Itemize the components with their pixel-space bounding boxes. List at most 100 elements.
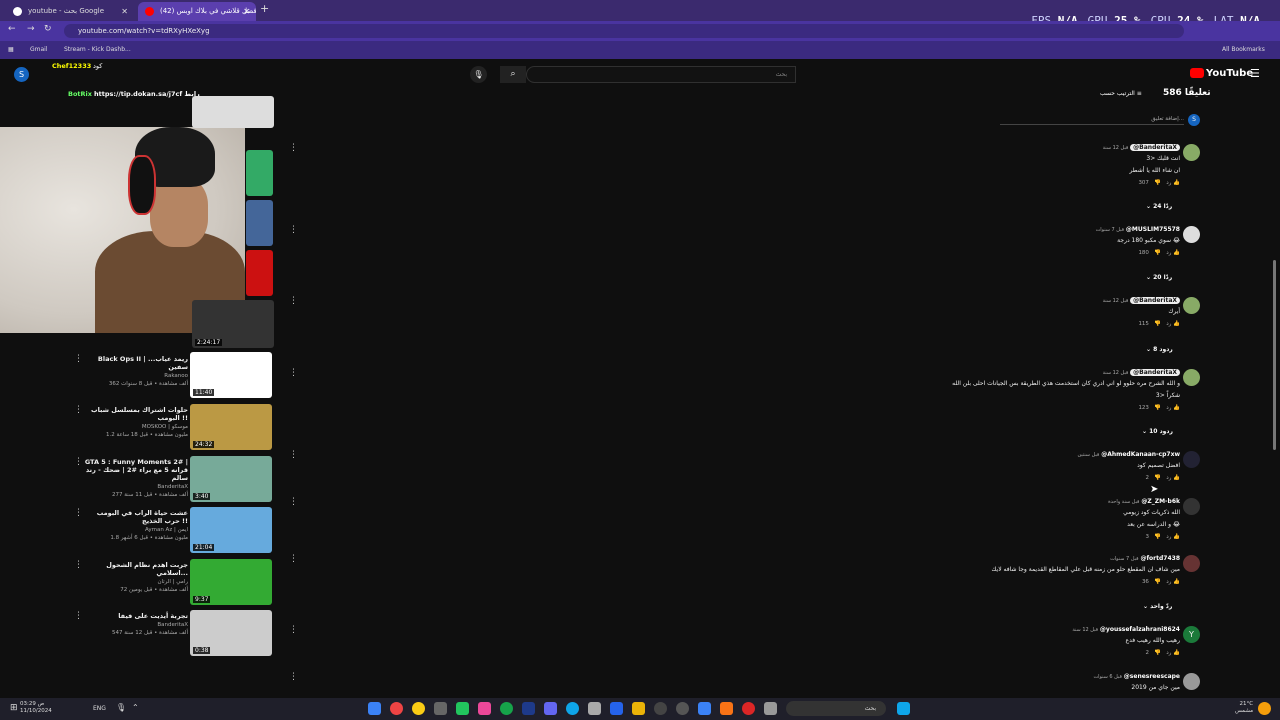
app-icon[interactable]: [588, 702, 601, 715]
creator-handle[interactable]: @BanderitaX: [1130, 369, 1180, 376]
comment-handle[interactable]: @AhmedKanaan-cp7xw: [1101, 451, 1180, 458]
chrome-icon[interactable]: [412, 702, 425, 715]
avatar[interactable]: [1183, 498, 1200, 515]
avatar[interactable]: [1183, 226, 1200, 243]
avatar[interactable]: [1183, 369, 1200, 386]
related-video[interactable]: عشت حياة الراب في البومب حرب الخذيج !! Ay…: [82, 509, 188, 541]
youtube-logo[interactable]: YouTube: [1190, 68, 1253, 79]
mic-icon[interactable]: 🎙: [116, 703, 126, 712]
reply-button[interactable]: رد: [1166, 475, 1171, 481]
app-icon[interactable]: [676, 702, 689, 715]
video-thumbnail[interactable]: [246, 250, 273, 296]
app-icon[interactable]: [654, 702, 667, 715]
more-icon[interactable]: ⋮: [289, 554, 298, 564]
video-thumbnail[interactable]: 3:40: [190, 456, 272, 502]
avatar[interactable]: [1183, 297, 1200, 314]
whatsapp-icon[interactable]: [500, 702, 513, 715]
more-icon[interactable]: ⋮: [289, 497, 298, 507]
reply-button[interactable]: رد: [1166, 579, 1171, 585]
mic-icon[interactable]: 🎙: [470, 66, 487, 83]
avatar[interactable]: [1183, 673, 1200, 690]
replies-toggle[interactable]: ⌄ 24 ردًا: [1146, 203, 1172, 210]
avatar[interactable]: [1183, 144, 1200, 161]
app-icon[interactable]: [368, 702, 381, 715]
more-icon[interactable]: ⋮: [289, 296, 298, 306]
comment-handle[interactable]: @Z_ZM-b6k: [1141, 498, 1180, 505]
hamburger-menu-icon[interactable]: ☰: [1250, 67, 1260, 80]
related-video[interactable]: جربت اهدم نظام الشحول اسلامي... رامي | ال…: [82, 561, 188, 593]
video-thumbnail[interactable]: 2:24:17: [192, 300, 274, 348]
search-input[interactable]: بحث: [526, 66, 796, 83]
reply-button[interactable]: رد: [1166, 650, 1171, 656]
close-icon[interactable]: ✕: [243, 2, 250, 21]
comment-handle[interactable]: @senesreescape: [1124, 673, 1180, 680]
reply-button[interactable]: رد: [1166, 180, 1171, 186]
taskbar-search[interactable]: بحث: [786, 701, 886, 716]
app-icon[interactable]: [720, 702, 733, 715]
video-thumbnail[interactable]: 11:40: [190, 352, 272, 398]
video-thumbnail[interactable]: [192, 96, 274, 128]
steam-icon[interactable]: [522, 702, 535, 715]
windows-start-icon[interactable]: [897, 702, 910, 715]
avatar[interactable]: Y: [1183, 626, 1200, 643]
discord-icon[interactable]: [544, 702, 557, 715]
scrollbar-thumb[interactable]: [1273, 260, 1276, 450]
reply-button[interactable]: رد: [1166, 405, 1171, 411]
comment-count: 586 تعليقًا: [1163, 88, 1211, 98]
file-explorer-icon[interactable]: [632, 702, 645, 715]
app-icon[interactable]: [390, 702, 403, 715]
reply-button[interactable]: رد: [1166, 321, 1171, 327]
language-indicator[interactable]: ENG: [93, 705, 106, 712]
video-thumbnail[interactable]: 24:32: [190, 404, 272, 450]
more-icon[interactable]: ⋮: [289, 225, 298, 235]
url-field[interactable]: youtube.com/watch?v=tdRXyHXeXyg: [64, 24, 1184, 38]
app-icon[interactable]: [434, 702, 447, 715]
more-icon[interactable]: ⋮: [289, 672, 298, 682]
search-icon[interactable]: ⌕: [500, 66, 526, 83]
add-comment-input[interactable]: إضافة تعليق...: [1000, 116, 1184, 125]
replies-toggle[interactable]: ⌄ 8 ردود: [1146, 346, 1173, 353]
related-video[interactable]: تجربة أيديت على فيفا BanderitaX 547 ألف مش…: [82, 612, 188, 636]
chevron-up-icon[interactable]: ⌃: [132, 703, 139, 712]
replies-toggle[interactable]: ⌄ 10 ردود: [1142, 428, 1173, 435]
creator-handle[interactable]: @BanderitaX: [1130, 144, 1180, 151]
comment-handle[interactable]: @youssefalzahrani8624: [1100, 626, 1180, 633]
avatar[interactable]: [1183, 451, 1200, 468]
comment-text: انت قلبك <3: [1146, 155, 1180, 162]
app-icon[interactable]: [698, 702, 711, 715]
video-thumbnail[interactable]: 0:38: [190, 610, 272, 656]
related-video[interactable]: Black Ops II | ...ريمد عياب سفين Rakanoo 3…: [82, 355, 188, 387]
instagram-icon[interactable]: [478, 702, 491, 715]
more-icon[interactable]: ⋮: [289, 450, 298, 460]
weather-widget[interactable]: 21°C مشمس: [1235, 701, 1253, 715]
more-icon[interactable]: ⋮: [289, 143, 298, 153]
more-icon[interactable]: ⋮: [289, 368, 298, 378]
reply-button[interactable]: رد: [1166, 250, 1171, 256]
task-view-icon[interactable]: [764, 702, 777, 715]
edge-icon[interactable]: [566, 702, 579, 715]
more-icon[interactable]: ⋮: [289, 625, 298, 635]
comment-handle[interactable]: @fortd7438: [1140, 555, 1180, 562]
new-tab-button[interactable]: +: [260, 2, 269, 15]
expand-tray-icon[interactable]: ⊞: [10, 703, 18, 713]
video-thumbnail[interactable]: [246, 150, 273, 196]
comment-handle[interactable]: @MUSLIM75578: [1126, 226, 1180, 233]
video-thumbnail[interactable]: [246, 200, 273, 246]
comment: قبل سنة واحدة @Z_ZM-b6k الله ذكريات كود …: [900, 498, 1180, 540]
replies-toggle[interactable]: ⌄ 20 ردًا: [1146, 274, 1172, 281]
video-thumbnail[interactable]: 21:04: [190, 507, 272, 553]
avatar[interactable]: S: [14, 67, 29, 82]
xbox-icon[interactable]: [456, 702, 469, 715]
app-icon[interactable]: [610, 702, 623, 715]
avatar[interactable]: [1183, 555, 1200, 572]
reply-button[interactable]: رد: [1166, 534, 1171, 540]
related-video[interactable]: حلوات اشتراك بمسلسل شباب البومب !! MOSKOO…: [82, 406, 188, 438]
creator-handle[interactable]: @BanderitaX: [1130, 297, 1180, 304]
related-video[interactable]: GTA 5 : Funny Moments 2# | قرانه 5 مع بر…: [82, 458, 188, 498]
app-icon[interactable]: [742, 702, 755, 715]
bookmark-all[interactable]: All Bookmarks: [1222, 46, 1265, 53]
sort-button[interactable]: الترتيب حسب ≡: [1100, 90, 1142, 97]
video-thumbnail[interactable]: 9:37: [190, 559, 272, 605]
replies-toggle[interactable]: ⌄ ردّ واحد: [1143, 603, 1172, 610]
clock[interactable]: 03:29 ص 11/10/2024: [20, 701, 52, 715]
